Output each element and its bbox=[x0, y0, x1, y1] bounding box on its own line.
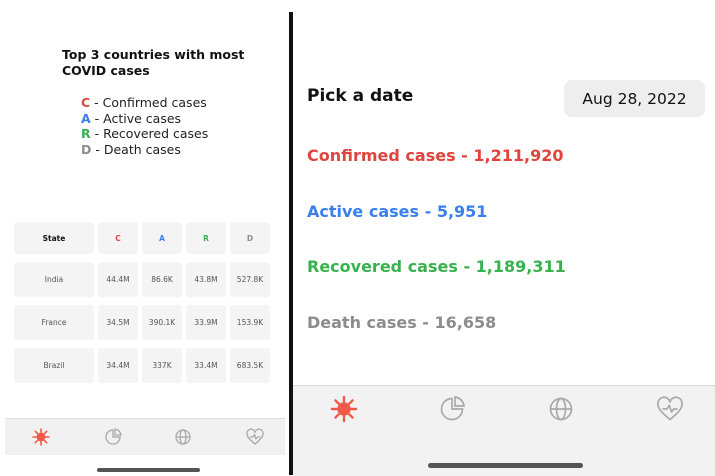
virus-icon bbox=[330, 395, 358, 423]
header-recovered: R bbox=[186, 222, 226, 254]
home-indicator[interactable] bbox=[97, 468, 200, 472]
heart-pulse-icon bbox=[246, 428, 264, 445]
legend-sep: - bbox=[90, 126, 104, 141]
death-cases-text: Death cases - 16,658 bbox=[307, 313, 497, 332]
legend-sep: - bbox=[90, 95, 103, 110]
cell-death: 153.9K bbox=[230, 305, 270, 340]
legend-key: R bbox=[81, 126, 91, 141]
legend-sep: - bbox=[90, 110, 104, 126]
tab-health[interactable] bbox=[245, 427, 265, 447]
cell-confirmed: 34.4M bbox=[98, 348, 138, 383]
recovered-cases-text: Recovered cases - 1,189,311 bbox=[307, 257, 566, 276]
pie-chart-icon bbox=[105, 428, 122, 445]
legend-key: C bbox=[81, 95, 91, 110]
cell-recovered: 33.9M bbox=[186, 305, 226, 340]
cell-recovered: 33.4M bbox=[186, 348, 226, 383]
cell-active: 390.1K bbox=[142, 305, 182, 340]
legend-sep: - bbox=[91, 141, 104, 157]
legend-item-death: D - Death cases bbox=[81, 142, 208, 158]
tab-charts[interactable] bbox=[103, 427, 123, 447]
globe-icon bbox=[175, 429, 191, 445]
left-screen: Top 3 countries with most COVID cases C … bbox=[0, 0, 288, 475]
date-picker-button[interactable]: Aug 28, 2022 bbox=[564, 80, 705, 117]
header-death: D bbox=[230, 222, 270, 254]
legend-item-recovered: R - Recovered cases bbox=[81, 126, 208, 142]
cell-active: 86.6K bbox=[142, 262, 182, 297]
legend-item-active: A - Active cases bbox=[81, 111, 208, 127]
tab-charts[interactable] bbox=[437, 394, 467, 424]
tab-bar bbox=[5, 418, 285, 455]
cell-state: France bbox=[14, 305, 94, 340]
cell-death: 683.5K bbox=[230, 348, 270, 383]
legend-key: D bbox=[81, 141, 92, 157]
home-indicator[interactable] bbox=[428, 463, 583, 468]
right-screen: Pick a date Aug 28, 2022 Confirmed cases… bbox=[293, 0, 715, 476]
legend: C - Confirmed cases A - Active cases R -… bbox=[81, 95, 208, 157]
legend-label: Recovered cases bbox=[103, 126, 209, 141]
table-row: India 44.4M 86.6K 43.8M 527.8K bbox=[14, 262, 276, 297]
table-header-row: State C A R D bbox=[14, 222, 276, 254]
tab-health[interactable] bbox=[655, 394, 685, 424]
virus-icon bbox=[32, 428, 50, 446]
pie-chart-icon bbox=[440, 396, 465, 421]
cases-table: State C A R D India 44.4M 86.6K 43.8M 52… bbox=[14, 222, 276, 391]
tab-virus[interactable] bbox=[329, 394, 359, 424]
heart-pulse-icon bbox=[657, 396, 683, 421]
header-active: A bbox=[142, 222, 182, 254]
tab-globe[interactable] bbox=[546, 394, 576, 424]
cell-confirmed: 34.5M bbox=[98, 305, 138, 340]
pick-date-label: Pick a date bbox=[307, 86, 414, 106]
cell-active: 337K bbox=[142, 348, 182, 383]
globe-icon bbox=[549, 397, 573, 421]
legend-label: Active cases bbox=[103, 110, 182, 126]
table-row: France 34.5M 390.1K 33.9M 153.9K bbox=[14, 305, 276, 340]
page-title: Top 3 countries with most COVID cases bbox=[62, 47, 245, 78]
legend-label: Confirmed cases bbox=[102, 95, 207, 110]
cell-death: 527.8K bbox=[230, 262, 270, 297]
legend-key: A bbox=[81, 110, 91, 126]
active-cases-text: Active cases - 5,951 bbox=[307, 202, 488, 221]
cell-state: India bbox=[14, 262, 94, 297]
cell-confirmed: 44.4M bbox=[98, 262, 138, 297]
cell-recovered: 43.8M bbox=[186, 262, 226, 297]
header-confirmed: C bbox=[98, 222, 138, 254]
cell-state: Brazil bbox=[14, 348, 94, 383]
legend-item-confirmed: C - Confirmed cases bbox=[81, 95, 208, 111]
header-state: State bbox=[14, 222, 94, 254]
table-row: Brazil 34.4M 337K 33.4M 683.5K bbox=[14, 348, 276, 383]
legend-label: Death cases bbox=[103, 141, 181, 157]
confirmed-cases-text: Confirmed cases - 1,211,920 bbox=[307, 146, 564, 165]
tab-virus[interactable] bbox=[31, 427, 51, 447]
tab-globe[interactable] bbox=[173, 427, 193, 447]
